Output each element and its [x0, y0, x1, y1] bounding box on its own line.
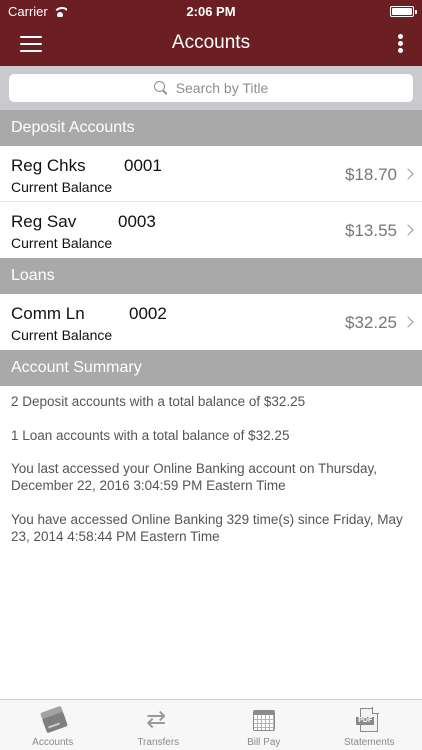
- more-options-icon[interactable]: [398, 34, 404, 54]
- tab-label: Bill Pay: [247, 737, 281, 748]
- account-subtitle: Current Balance: [11, 235, 113, 251]
- page-title: Accounts: [171, 32, 251, 53]
- chevron-right-icon: [402, 316, 414, 328]
- summary-last-access: You last accessed your Online Banking ac…: [11, 461, 377, 493]
- cards-icon: [39, 705, 68, 734]
- account-number: 0001: [124, 156, 162, 175]
- section-header-loans: Loans: [0, 258, 422, 294]
- account-number: 0002: [129, 304, 167, 323]
- navigation-bar: Accounts: [0, 22, 422, 66]
- tab-label: Accounts: [32, 737, 74, 748]
- tab-label: Statements: [343, 737, 395, 748]
- account-name: Comm Ln: [11, 304, 85, 323]
- account-row-reg-sav[interactable]: Reg Sav 0003 Current Balance $13.55: [0, 202, 422, 258]
- chevron-right-icon: [402, 168, 414, 180]
- transfer-icon: [144, 705, 172, 734]
- status-time: 2:06 PM: [186, 4, 236, 19]
- search-bar: Search by Title: [0, 66, 422, 110]
- battery-icon: [390, 6, 417, 17]
- pdf-icon: PDF: [355, 707, 383, 733]
- tab-bill-pay[interactable]: Bill Pay: [211, 700, 317, 750]
- header: Carrier 2:06 PM Accounts: [0, 0, 422, 66]
- section-header-deposit-accounts: Deposit Accounts: [0, 110, 422, 146]
- section-header-account-summary: Account Summary: [0, 350, 422, 386]
- account-number: 0003: [118, 212, 156, 231]
- tab-transfers[interactable]: Transfers: [106, 700, 212, 750]
- account-row-comm-ln[interactable]: Comm Ln 0002 Current Balance $32.25: [0, 294, 422, 350]
- summary-loan-total: 1 Loan accounts with a total balance of …: [11, 428, 290, 443]
- tab-label: Transfers: [137, 737, 180, 748]
- account-balance: $32.25: [345, 313, 397, 332]
- search-icon: [153, 81, 168, 95]
- account-row-reg-chks[interactable]: Reg Chks 0001 Current Balance $18.70: [0, 146, 422, 202]
- calendar-icon: [250, 707, 278, 733]
- tab-statements[interactable]: PDF Statements: [317, 700, 422, 750]
- tab-accounts[interactable]: Accounts: [0, 700, 106, 750]
- status-bar: Carrier 2:06 PM: [0, 0, 422, 22]
- account-balance: $18.70: [345, 165, 397, 184]
- chevron-right-icon: [402, 224, 414, 236]
- search-placeholder: Search by Title: [175, 80, 269, 96]
- search-input[interactable]: Search by Title: [9, 74, 413, 102]
- summary-deposit-total: 2 Deposit accounts with a total balance …: [11, 394, 306, 409]
- tab-bar: Accounts Transfers Bill Pay PDF Statemen…: [0, 699, 422, 750]
- account-subtitle: Current Balance: [11, 327, 113, 343]
- account-name: Reg Sav: [11, 212, 77, 231]
- account-subtitle: Current Balance: [11, 179, 113, 195]
- account-name: Reg Chks: [11, 156, 86, 175]
- account-balance: $13.55: [345, 221, 397, 240]
- summary-access-count: You have accessed Online Banking 329 tim…: [11, 512, 403, 544]
